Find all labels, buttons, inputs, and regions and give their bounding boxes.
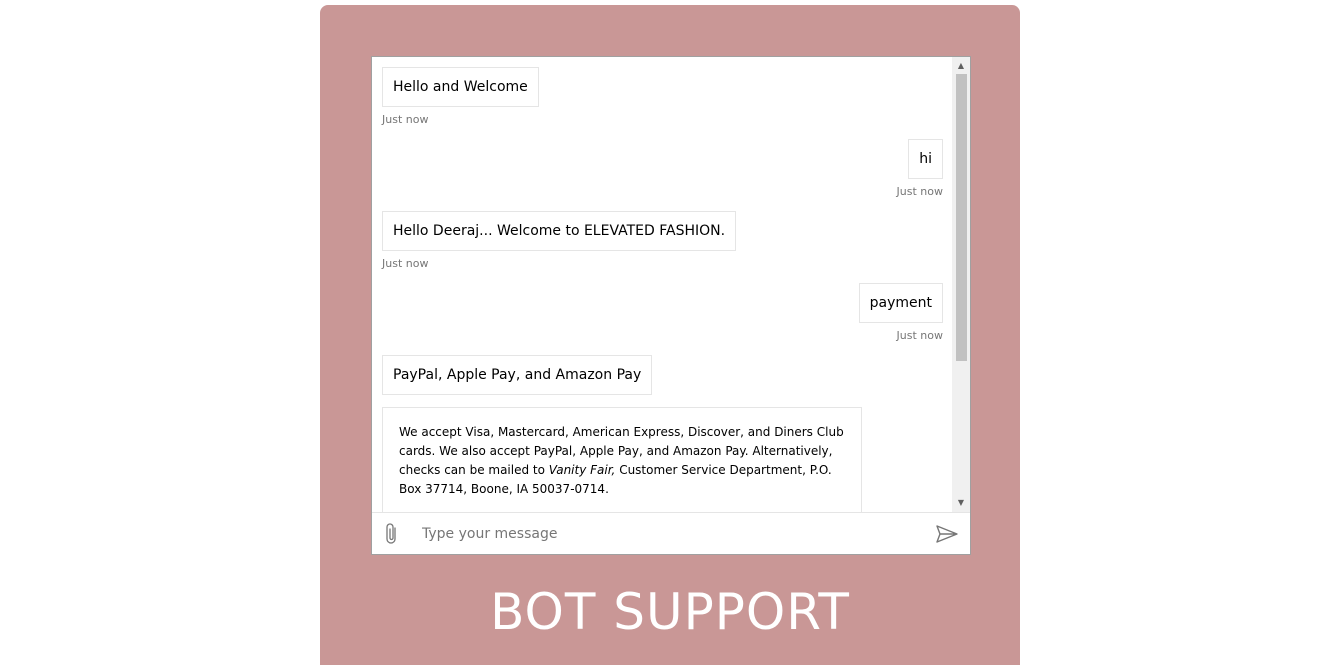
message-bubble: PayPal, Apple Pay, and Amazon Pay (382, 355, 653, 395)
chat-window: Hello and Welcome Just now hi Just now H… (371, 56, 971, 555)
message-bubble: hi (908, 139, 943, 179)
scrollbar[interactable]: ▲ ▼ (952, 57, 970, 512)
message-bot: PayPal, Apple Pay, and Amazon Pay (382, 355, 653, 395)
card-italic-text: Vanity Fair, (548, 463, 616, 477)
send-icon[interactable] (935, 523, 959, 545)
paperclip-icon[interactable] (382, 522, 402, 546)
scroll-up-icon[interactable]: ▲ (952, 59, 970, 73)
message-bubble: Hello and Welcome (382, 67, 539, 107)
message-bot: Hello and Welcome Just now (382, 67, 539, 126)
message-history[interactable]: Hello and Welcome Just now hi Just now H… (372, 57, 951, 512)
input-bar (372, 512, 970, 554)
scroll-thumb[interactable] (956, 74, 967, 361)
banner-title: BOT SUPPORT (490, 583, 850, 641)
message-bubble: Hello Deeraj... Welcome to ELEVATED FASH… (382, 211, 737, 251)
message-user: hi Just now (897, 139, 943, 198)
message-bubble: payment (858, 283, 943, 323)
faq-card: We accept Visa, Mastercard, American Exp… (382, 407, 862, 512)
message-timestamp: Just now (382, 113, 429, 126)
message-input[interactable] (422, 521, 922, 547)
chat-frame: Hello and Welcome Just now hi Just now H… (320, 5, 1020, 665)
message-timestamp: Just now (896, 329, 943, 342)
message-user: payment Just now (858, 283, 943, 342)
message-bot: Hello Deeraj... Welcome to ELEVATED FASH… (382, 211, 737, 270)
message-timestamp: Just now (382, 257, 429, 270)
message-timestamp: Just now (896, 185, 943, 198)
scroll-down-icon[interactable]: ▼ (952, 496, 970, 510)
